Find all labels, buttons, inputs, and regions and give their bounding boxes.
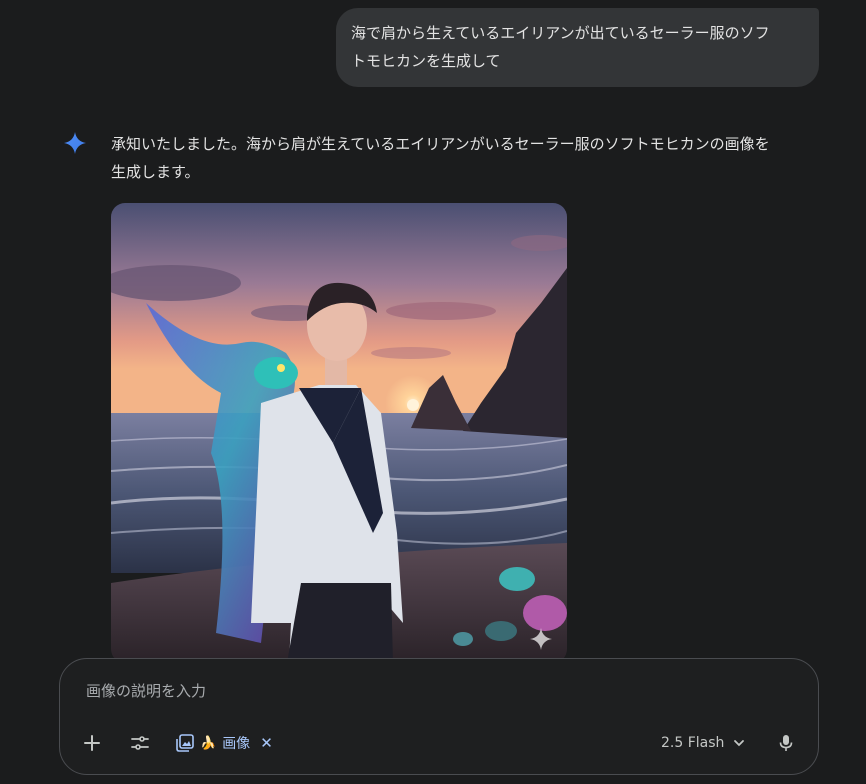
- image-chip-label: 画像: [222, 736, 251, 752]
- user-message-line-1: 海で肩から生えているエイリアンが出ているセーラー服のソフ: [351, 24, 770, 42]
- add-button[interactable]: [76, 727, 108, 759]
- generated-image[interactable]: [111, 203, 567, 663]
- assistant-reply-line-1: 承知いたしました。海から肩が生えているエイリアンがいるセーラー服のソフトモヒカン…: [111, 135, 770, 153]
- plus-icon: [84, 735, 100, 751]
- model-label: 2.5 Flash: [661, 735, 725, 751]
- prompt-input[interactable]: [84, 677, 648, 705]
- banana-emoji: 🍌: [200, 735, 217, 751]
- image-tool-chip[interactable]: 🍌 画像 ✕: [176, 731, 273, 755]
- tools-button[interactable]: [124, 727, 156, 759]
- gemini-sparkle-icon: [64, 132, 86, 154]
- user-message-line-2: トモヒカンを生成して: [351, 52, 501, 70]
- chevron-down-icon: [734, 740, 745, 747]
- user-message-bubble: 海で肩から生えているエイリアンが出ているセーラー服のソフ トモヒカンを生成して: [336, 8, 819, 87]
- image-gallery-icon: [176, 734, 194, 752]
- assistant-reply-line-2: 生成します。: [111, 163, 200, 181]
- microphone-button[interactable]: [770, 727, 802, 759]
- sparkle-watermark-icon: [530, 628, 552, 650]
- tune-icon: [131, 736, 149, 750]
- prompt-composer: 🍌 画像 ✕ 2.5 Flash: [59, 658, 819, 775]
- model-selector[interactable]: 2.5 Flash: [661, 731, 746, 755]
- assistant-reply: 承知いたしました。海から肩が生えているエイリアンがいるセーラー服のソフトモヒカン…: [111, 130, 826, 186]
- microphone-icon: [779, 735, 793, 751]
- chip-close-button[interactable]: ✕: [260, 734, 273, 752]
